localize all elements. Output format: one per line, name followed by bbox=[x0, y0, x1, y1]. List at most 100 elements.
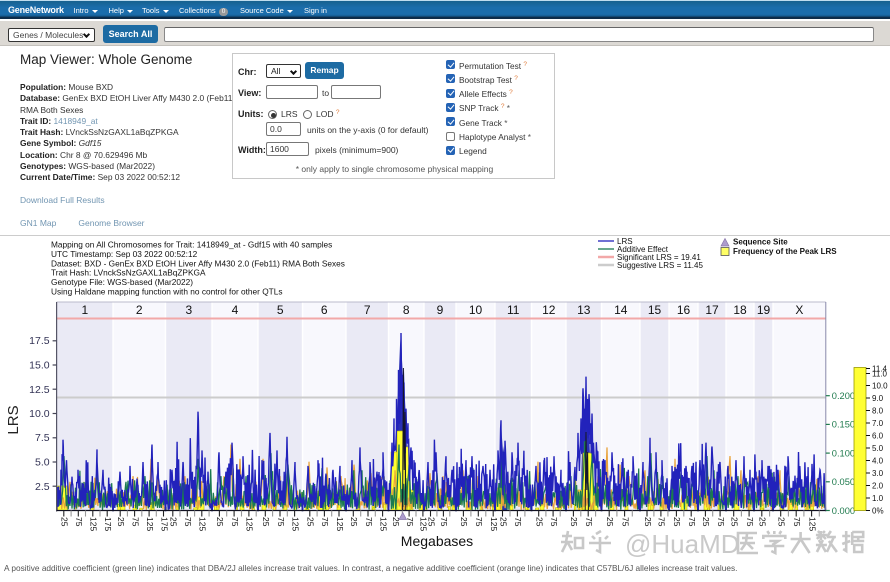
svg-text:125: 125 bbox=[489, 517, 499, 531]
svg-text:25: 25 bbox=[729, 517, 739, 527]
svg-text:75: 75 bbox=[620, 517, 630, 527]
svg-text:9: 9 bbox=[437, 303, 444, 317]
svg-text:7.5: 7.5 bbox=[35, 432, 50, 444]
svg-text:10.0: 10.0 bbox=[29, 408, 50, 420]
svg-text:18: 18 bbox=[733, 303, 747, 317]
svg-text:9.0: 9.0 bbox=[872, 394, 884, 403]
svg-text:75: 75 bbox=[474, 517, 484, 527]
svg-text:X: X bbox=[795, 303, 803, 317]
svg-text:@HuaMD: @HuaMD bbox=[625, 529, 740, 559]
svg-text:75: 75 bbox=[513, 517, 523, 527]
svg-text:0.000: 0.000 bbox=[832, 506, 855, 516]
svg-text:1.0: 1.0 bbox=[872, 494, 884, 503]
svg-text:75: 75 bbox=[584, 517, 594, 527]
svg-text:A positive additive coefficien: A positive additive coefficient (green l… bbox=[4, 563, 737, 573]
svg-text:25: 25 bbox=[569, 517, 579, 527]
svg-text:14: 14 bbox=[614, 303, 628, 317]
svg-text:5: 5 bbox=[277, 303, 284, 317]
svg-text:25: 25 bbox=[605, 517, 615, 527]
svg-text:75: 75 bbox=[130, 517, 140, 527]
svg-text:7.0: 7.0 bbox=[872, 419, 884, 428]
svg-text:75: 75 bbox=[549, 517, 559, 527]
svg-text:75: 75 bbox=[320, 517, 330, 527]
svg-text:175: 175 bbox=[103, 517, 113, 531]
svg-text:0.100: 0.100 bbox=[832, 448, 855, 458]
svg-text:Sequence Site: Sequence Site bbox=[733, 238, 788, 247]
svg-text:0%: 0% bbox=[872, 506, 884, 515]
svg-text:75: 75 bbox=[439, 517, 449, 527]
svg-text:25: 25 bbox=[459, 517, 469, 527]
svg-text:75: 75 bbox=[657, 517, 667, 527]
svg-text:12.5: 12.5 bbox=[29, 384, 50, 396]
svg-text:17.5: 17.5 bbox=[29, 335, 50, 347]
svg-text:2.5: 2.5 bbox=[35, 481, 50, 493]
svg-text:125: 125 bbox=[145, 517, 155, 531]
svg-text:25: 25 bbox=[306, 517, 316, 527]
svg-text:LRS: LRS bbox=[5, 405, 22, 434]
svg-text:15: 15 bbox=[648, 303, 662, 317]
svg-text:125: 125 bbox=[807, 517, 817, 531]
svg-text:15.0: 15.0 bbox=[29, 360, 50, 372]
svg-text:175: 175 bbox=[159, 517, 169, 531]
svg-text:75: 75 bbox=[687, 517, 697, 527]
svg-text:75: 75 bbox=[230, 517, 240, 527]
svg-text:25: 25 bbox=[672, 517, 682, 527]
svg-text:13: 13 bbox=[577, 303, 591, 317]
svg-text:25: 25 bbox=[426, 517, 436, 527]
svg-text:25: 25 bbox=[701, 517, 711, 527]
svg-text:5.0: 5.0 bbox=[872, 444, 884, 453]
svg-text:4: 4 bbox=[232, 303, 239, 317]
svg-text:75: 75 bbox=[276, 517, 286, 527]
svg-text:11: 11 bbox=[507, 303, 520, 317]
svg-text:75: 75 bbox=[364, 517, 374, 527]
svg-text:25: 25 bbox=[215, 517, 225, 527]
svg-text:25: 25 bbox=[534, 517, 544, 527]
svg-text:0.200: 0.200 bbox=[832, 391, 855, 401]
svg-text:16: 16 bbox=[677, 303, 691, 317]
svg-text:75: 75 bbox=[745, 517, 755, 527]
svg-text:125: 125 bbox=[245, 517, 255, 531]
svg-text:0.150: 0.150 bbox=[832, 420, 855, 430]
svg-text:5.0: 5.0 bbox=[35, 457, 50, 469]
svg-text:Suggestive LRS = 11.45: Suggestive LRS = 11.45 bbox=[617, 261, 703, 270]
svg-text:25: 25 bbox=[349, 517, 359, 527]
svg-text:25: 25 bbox=[758, 517, 768, 527]
svg-text:125: 125 bbox=[89, 517, 99, 531]
svg-text:7: 7 bbox=[364, 303, 371, 317]
svg-text:8: 8 bbox=[403, 303, 410, 317]
svg-text:19: 19 bbox=[757, 303, 771, 317]
svg-text:Megabases: Megabases bbox=[401, 533, 473, 549]
svg-text:2: 2 bbox=[136, 303, 143, 317]
svg-text:6: 6 bbox=[321, 303, 328, 317]
svg-text:11.4: 11.4 bbox=[872, 364, 888, 373]
svg-text:4.0: 4.0 bbox=[872, 456, 884, 465]
svg-text:75: 75 bbox=[183, 517, 193, 527]
svg-text:10: 10 bbox=[469, 303, 483, 317]
svg-text:Using Haldane mapping function: Using Haldane mapping function with no c… bbox=[51, 287, 283, 297]
svg-text:3.0: 3.0 bbox=[872, 469, 884, 478]
svg-text:75: 75 bbox=[716, 517, 726, 527]
svg-text:2.0: 2.0 bbox=[872, 481, 884, 490]
svg-text:3: 3 bbox=[185, 303, 192, 317]
svg-text:Frequency of the Peak LRS: Frequency of the Peak LRS bbox=[733, 247, 837, 256]
svg-text:125: 125 bbox=[335, 517, 345, 531]
svg-text:17: 17 bbox=[705, 303, 719, 317]
svg-text:75: 75 bbox=[792, 517, 802, 527]
svg-text:1: 1 bbox=[81, 303, 88, 317]
svg-text:12: 12 bbox=[542, 303, 556, 317]
svg-text:25: 25 bbox=[60, 517, 70, 527]
svg-text:25: 25 bbox=[498, 517, 508, 527]
svg-text:75: 75 bbox=[74, 517, 84, 527]
svg-text:10.0: 10.0 bbox=[872, 381, 888, 390]
svg-text:25: 25 bbox=[169, 517, 179, 527]
svg-text:75: 75 bbox=[405, 517, 415, 527]
svg-text:125: 125 bbox=[198, 517, 208, 531]
svg-text:25: 25 bbox=[776, 517, 786, 527]
svg-text:25: 25 bbox=[643, 517, 653, 527]
svg-text:125: 125 bbox=[290, 517, 300, 531]
svg-text:8.0: 8.0 bbox=[872, 406, 884, 415]
svg-text:0.050: 0.050 bbox=[832, 477, 855, 487]
svg-text:125: 125 bbox=[378, 517, 388, 531]
svg-text:25: 25 bbox=[116, 517, 126, 527]
svg-text:6.0: 6.0 bbox=[872, 431, 884, 440]
